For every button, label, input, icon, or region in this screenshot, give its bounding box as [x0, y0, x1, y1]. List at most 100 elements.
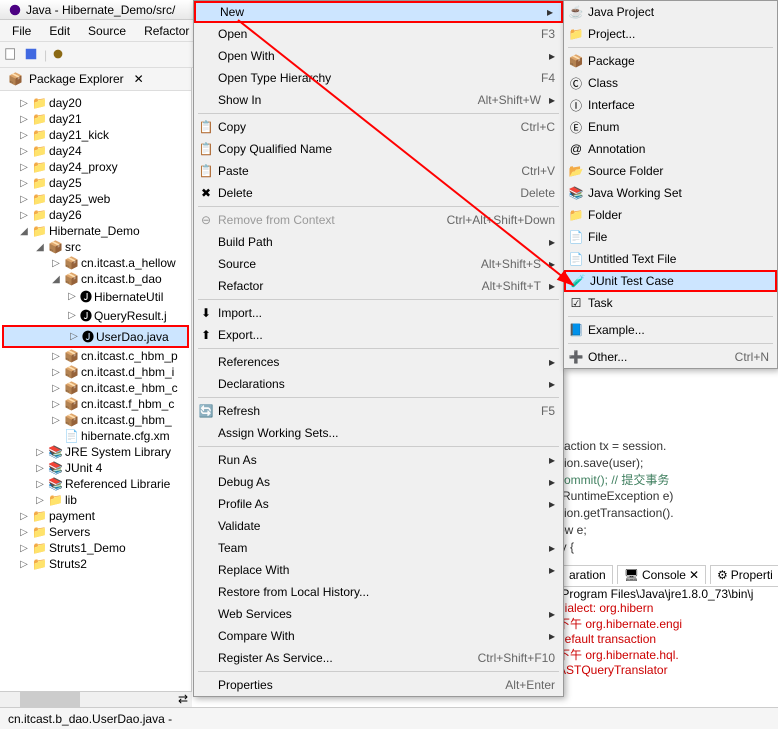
ctx-paste[interactable]: 📋PasteCtrl+V: [194, 160, 563, 182]
ctx-open-with[interactable]: Open With▸: [194, 45, 563, 67]
horizontal-scrollbar[interactable]: ⇄: [0, 691, 192, 707]
tree-item-cn-itcast-c-hbm-p[interactable]: ▷📦cn.itcast.c_hbm_p: [2, 348, 189, 364]
tree-item-jre-system-library[interactable]: ▷📚JRE System Library: [2, 444, 189, 460]
ctx-run-as[interactable]: Run As▸: [194, 449, 563, 471]
caret-icon[interactable]: ▷: [66, 310, 78, 321]
tree-item-cn-itcast-e-hbm-c[interactable]: ▷📦cn.itcast.e_hbm_c: [2, 380, 189, 396]
ctx-restore-from-local-history---[interactable]: Restore from Local History...: [194, 581, 563, 603]
caret-icon[interactable]: ◢: [34, 242, 46, 253]
tree-item-servers[interactable]: ▷📁Servers: [2, 524, 189, 540]
caret-icon[interactable]: ▷: [18, 559, 30, 570]
caret-icon[interactable]: ▷: [50, 383, 62, 394]
caret-icon[interactable]: ▷: [34, 495, 46, 506]
sub-other---[interactable]: ➕Other...Ctrl+N: [564, 346, 777, 368]
caret-icon[interactable]: ▷: [34, 447, 46, 458]
ctx-source[interactable]: SourceAlt+Shift+S▸: [194, 253, 563, 275]
ctx-import---[interactable]: ⬇Import...: [194, 302, 563, 324]
sub-file[interactable]: 📄File: [564, 226, 777, 248]
caret-icon[interactable]: ◢: [18, 226, 30, 237]
tree-item-day20[interactable]: ▷📁day20: [2, 95, 189, 111]
ctx-compare-with[interactable]: Compare With▸: [194, 625, 563, 647]
ctx-team[interactable]: Team▸: [194, 537, 563, 559]
caret-icon[interactable]: ▷: [34, 479, 46, 490]
menu-file[interactable]: File: [4, 22, 39, 39]
tree-item-hibernate-cfg-xm[interactable]: 📄hibernate.cfg.xm: [2, 428, 189, 444]
new-icon[interactable]: [4, 47, 20, 63]
caret-icon[interactable]: ▷: [18, 114, 30, 125]
tree-item-cn-itcast-b-dao[interactable]: ◢📦cn.itcast.b_dao: [2, 271, 189, 287]
caret-icon[interactable]: ▷: [50, 351, 62, 362]
sub-untitled-text-file[interactable]: 📄Untitled Text File: [564, 248, 777, 270]
ctx-delete[interactable]: ✖DeleteDelete: [194, 182, 563, 204]
caret-icon[interactable]: ▷: [18, 146, 30, 157]
tree-item-hibernate-demo[interactable]: ◢📁Hibernate_Demo: [2, 223, 189, 239]
sub-class[interactable]: ⒸClass: [564, 72, 777, 94]
tree-item-day25[interactable]: ▷📁day25: [2, 175, 189, 191]
caret-icon[interactable]: ▷: [50, 415, 62, 426]
tree-item-src[interactable]: ◢📦src: [2, 239, 189, 255]
tree-item-payment[interactable]: ▷📁payment: [2, 508, 189, 524]
ctx-debug-as[interactable]: Debug As▸: [194, 471, 563, 493]
ctx-open-type-hierarchy[interactable]: Open Type HierarchyF4: [194, 67, 563, 89]
caret-icon[interactable]: ▷: [18, 511, 30, 522]
ctx-refresh[interactable]: 🔄RefreshF5: [194, 400, 563, 422]
scroll-thumb[interactable]: [20, 692, 80, 707]
tree-item-junit-4[interactable]: ▷📚JUnit 4: [2, 460, 189, 476]
sub-source-folder[interactable]: 📂Source Folder: [564, 160, 777, 182]
close-icon[interactable]: ✕: [134, 72, 144, 86]
sub-java-project[interactable]: ☕Java Project: [564, 1, 777, 23]
tree-item-day21[interactable]: ▷📁day21: [2, 111, 189, 127]
tree-item-struts1-demo[interactable]: ▷📁Struts1_Demo: [2, 540, 189, 556]
tree-item-day21-kick[interactable]: ▷📁day21_kick: [2, 127, 189, 143]
tree-item-cn-itcast-f-hbm-c[interactable]: ▷📦cn.itcast.f_hbm_c: [2, 396, 189, 412]
ctx-build-path[interactable]: Build Path▸: [194, 231, 563, 253]
console-tab-aration[interactable]: aration: [562, 565, 613, 584]
caret-icon[interactable]: ▷: [50, 367, 62, 378]
ctx-refactor[interactable]: RefactorAlt+Shift+T▸: [194, 275, 563, 297]
caret-icon[interactable]: ▷: [68, 331, 80, 342]
caret-icon[interactable]: ▷: [50, 399, 62, 410]
sub-interface[interactable]: ⒾInterface: [564, 94, 777, 116]
tree-item-cn-itcast-g-hbm-[interactable]: ▷📦cn.itcast.g_hbm_: [2, 412, 189, 428]
project-tree[interactable]: ▷📁day20▷📁day21▷📁day21_kick▷📁day24▷📁day24…: [0, 91, 191, 707]
tree-item-hibernateutil[interactable]: ▷🅙HibernateUtil: [2, 287, 189, 306]
sub-example---[interactable]: 📘Example...: [564, 319, 777, 341]
ctx-register-as-service---[interactable]: Register As Service...Ctrl+Shift+F10: [194, 647, 563, 669]
ctx-declarations[interactable]: Declarations▸: [194, 373, 563, 395]
link-editor-icon[interactable]: ⇄: [174, 692, 192, 707]
tree-item-cn-itcast-d-hbm-i[interactable]: ▷📦cn.itcast.d_hbm_i: [2, 364, 189, 380]
ctx-web-services[interactable]: Web Services▸: [194, 603, 563, 625]
sub-package[interactable]: 📦Package: [564, 50, 777, 72]
ctx-new[interactable]: New▸: [194, 1, 563, 23]
ctx-copy-qualified-name[interactable]: 📋Copy Qualified Name: [194, 138, 563, 160]
tree-item-lib[interactable]: ▷📁lib: [2, 492, 189, 508]
context-menu[interactable]: New▸OpenF3Open With▸Open Type HierarchyF…: [193, 0, 564, 697]
sub-task[interactable]: ☑Task: [564, 292, 777, 314]
ctx-export---[interactable]: ⬆Export...: [194, 324, 563, 346]
ctx-validate[interactable]: Validate: [194, 515, 563, 537]
menu-source[interactable]: Source: [80, 22, 134, 39]
caret-icon[interactable]: ▷: [50, 258, 62, 269]
tree-item-userdao-java[interactable]: ▷🅙UserDao.java: [2, 325, 189, 348]
new-submenu[interactable]: ☕Java Project📁Project... 📦PackageⒸClassⒾI…: [563, 0, 778, 369]
sub-enum[interactable]: ⒺEnum: [564, 116, 777, 138]
ctx-show-in[interactable]: Show InAlt+Shift+W▸: [194, 89, 563, 111]
console-tabs[interactable]: aration🖥Console ✕⚙Properti: [558, 563, 778, 587]
tree-item-cn-itcast-a-hellow[interactable]: ▷📦cn.itcast.a_hellow: [2, 255, 189, 271]
console-tab-console[interactable]: 🖥Console ✕: [617, 565, 706, 584]
sub-java-working-set[interactable]: 📚Java Working Set: [564, 182, 777, 204]
tree-item-referenced-librarie[interactable]: ▷📚Referenced Librarie: [2, 476, 189, 492]
tree-item-struts2[interactable]: ▷📁Struts2: [2, 556, 189, 572]
caret-icon[interactable]: ▷: [66, 291, 78, 302]
menu-refactor[interactable]: Refactor: [136, 22, 197, 39]
caret-icon[interactable]: ▷: [18, 178, 30, 189]
tree-item-queryresult-j[interactable]: ▷🅙QueryResult.j: [2, 306, 189, 325]
caret-icon[interactable]: ◢: [50, 274, 62, 285]
sub-project---[interactable]: 📁Project...: [564, 23, 777, 45]
tree-item-day24-proxy[interactable]: ▷📁day24_proxy: [2, 159, 189, 175]
ctx-properties[interactable]: PropertiesAlt+Enter: [194, 674, 563, 696]
sub-folder[interactable]: 📁Folder: [564, 204, 777, 226]
caret-icon[interactable]: ▷: [34, 463, 46, 474]
ctx-references[interactable]: References▸: [194, 351, 563, 373]
ctx-copy[interactable]: 📋CopyCtrl+C: [194, 116, 563, 138]
